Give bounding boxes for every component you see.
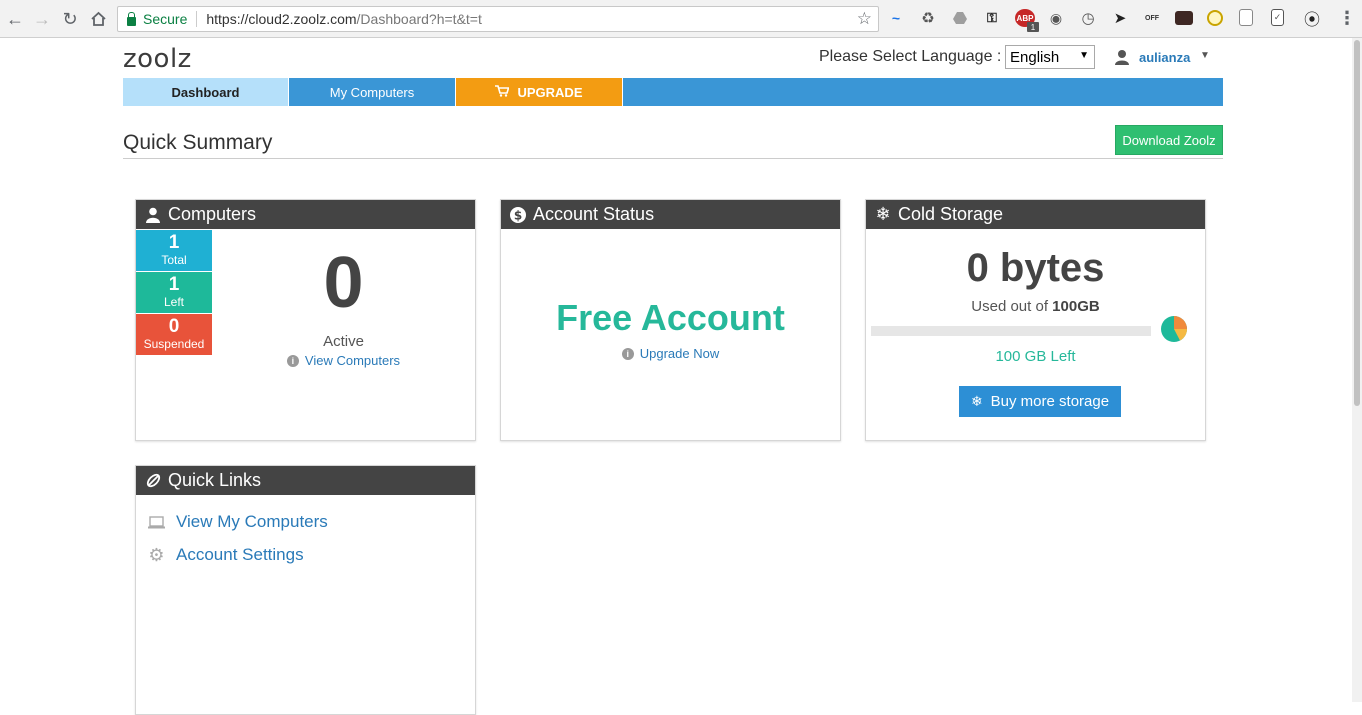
view-computers-link[interactable]: i View Computers (212, 353, 475, 368)
download-zoolz-button[interactable]: Download Zoolz (1115, 125, 1223, 155)
address-bar[interactable]: Secure https://cloud2.zoolz.com/Dashboar… (117, 6, 879, 32)
quick-link-view-my-computers[interactable]: View My Computers (148, 512, 328, 532)
panel-title: Quick Links (168, 470, 262, 490)
storage-capacity: 100GB (1052, 298, 1100, 315)
stat-suspended[interactable]: 0 Suspended (136, 314, 212, 355)
title-divider (123, 158, 1223, 159)
dropdown-arrow-icon: ▼ (1079, 50, 1089, 61)
buy-more-storage-button[interactable]: ❄ Buy more storage (959, 386, 1121, 417)
adblock-count-badge: 1 (1027, 22, 1039, 32)
storage-capacity-text: Used out of 100GB (866, 298, 1205, 315)
quick-links-panel: Quick Links View My Computers ⚙ Account … (135, 465, 476, 715)
browser-toolbar: ← → ↻ Secure https://cloud2.zoolz.com/Da… (0, 0, 1362, 38)
cold-storage-panel-header: ❄ Cold Storage (866, 200, 1205, 229)
extension-key-icon[interactable]: ⚿ (983, 9, 1001, 27)
panel-title: Cold Storage (898, 204, 1004, 224)
extension-bird-icon[interactable]: ➤ (1111, 9, 1129, 27)
stat-value: 0 (168, 316, 180, 337)
snowflake-icon: ❄ (970, 393, 983, 409)
quick-link-label: View My Computers (176, 512, 328, 531)
account-status-text: Free Account (556, 297, 785, 338)
secure-label: Secure (143, 11, 188, 27)
storage-used-value: 0 bytes (966, 246, 1105, 290)
active-count: 0 (323, 243, 364, 323)
user-icon (144, 207, 162, 223)
tab-upgrade[interactable]: UPGRADE (456, 78, 623, 106)
page-title: Quick Summary (123, 131, 273, 154)
extension-recycle-icon[interactable]: ♻ (919, 9, 937, 27)
info-icon: i (286, 355, 299, 367)
stat-label: Left (163, 295, 184, 309)
page-scrollbar[interactable] (1352, 38, 1362, 702)
storage-pie-icon (1161, 316, 1187, 342)
omnibox-divider (196, 11, 198, 27)
extension-speedometer-icon[interactable]: ◷ (1079, 9, 1097, 27)
home-icon[interactable] (87, 8, 109, 30)
forward-icon[interactable]: → (31, 8, 53, 30)
info-icon: i (621, 348, 634, 360)
stat-left[interactable]: 1 Left (136, 272, 212, 313)
tab-my-computers[interactable]: My Computers (289, 78, 456, 106)
stat-value: 1 (168, 274, 180, 295)
upgrade-now-link[interactable]: i Upgrade Now (501, 346, 840, 361)
url-path: /Dashboard?h=t&t=t (356, 11, 482, 27)
tab-label: My Computers (329, 84, 415, 100)
stat-label: Total (161, 253, 187, 267)
url-host: https://cloud2.zoolz.com (206, 11, 357, 27)
quick-links-panel-header: Quick Links (136, 466, 475, 495)
extension-coin-icon[interactable] (1207, 10, 1223, 26)
link-text: Upgrade Now (639, 346, 720, 361)
lock-icon (127, 11, 136, 26)
zoolz-logo[interactable]: zoolz (123, 44, 192, 74)
extension-off-icon[interactable]: OFF (1143, 9, 1161, 27)
extension-page-icon[interactable] (1239, 9, 1253, 26)
tab-dashboard[interactable]: Dashboard (123, 78, 289, 106)
snowflake-icon: ❄ (875, 204, 891, 224)
used-prefix: Used out of (971, 298, 1048, 315)
active-label: Active (323, 333, 364, 350)
link-text: View Computers (304, 353, 401, 368)
quick-link-account-settings[interactable]: ⚙ Account Settings (148, 544, 304, 565)
svg-text:$: $ (514, 208, 522, 222)
panel-title: Account Status (533, 204, 655, 224)
computers-panel: Computers 1 Total 1 Left 0 Suspended 0 A… (135, 199, 476, 441)
tab-label: UPGRADE (517, 84, 583, 100)
dollar-icon: $ (509, 206, 527, 223)
link-icon (144, 472, 162, 489)
laptop-icon (148, 514, 165, 531)
extension-drive-icon[interactable] (951, 9, 969, 27)
quick-link-label: Account Settings (176, 545, 304, 564)
tab-label: Dashboard (171, 84, 240, 100)
extension-check-doc-icon[interactable]: ✓ (1271, 9, 1284, 26)
username-link[interactable]: aulianza (1139, 50, 1190, 65)
storage-left-text: 100 GB Left (995, 348, 1076, 365)
back-icon[interactable]: ← (4, 8, 26, 30)
extension-wave-icon[interactable]: ~ (887, 9, 905, 27)
extension-spiral-icon[interactable]: ⦿ (1303, 9, 1321, 29)
bookmark-star-icon[interactable]: ☆ (857, 9, 872, 29)
account-status-panel: $ Account Status Free Account i Upgrade N… (500, 199, 841, 441)
gear-icon: ⚙ (148, 544, 165, 565)
language-select[interactable]: English ▼ (1005, 45, 1095, 69)
main-navigation: Dashboard My Computers UPGRADE (123, 78, 1223, 106)
stat-total[interactable]: 1 Total (136, 230, 212, 271)
scrollbar-thumb[interactable] (1354, 40, 1360, 406)
cart-icon (495, 84, 511, 100)
user-caret-icon[interactable]: ▼ (1200, 50, 1210, 61)
stat-label: Suspended (143, 337, 205, 351)
button-label: Buy more storage (990, 393, 1110, 410)
browser-menu-icon[interactable]: ⋮ (1338, 8, 1356, 29)
cold-storage-panel: ❄ Cold Storage 0 bytes Used out of 100GB… (865, 199, 1206, 441)
extension-film-icon[interactable] (1175, 11, 1193, 25)
language-label: Please Select Language : (819, 48, 1002, 65)
extension-camera-icon[interactable]: ◉ (1047, 9, 1065, 27)
reload-icon[interactable]: ↻ (59, 8, 81, 30)
user-icon (1115, 50, 1129, 65)
active-computers-area: 0 Active i View Computers (212, 200, 475, 440)
storage-progress-bar (871, 326, 1151, 336)
account-panel-header: $ Account Status (501, 200, 840, 229)
stat-value: 1 (168, 232, 180, 253)
language-selected-value: English (1010, 49, 1060, 66)
